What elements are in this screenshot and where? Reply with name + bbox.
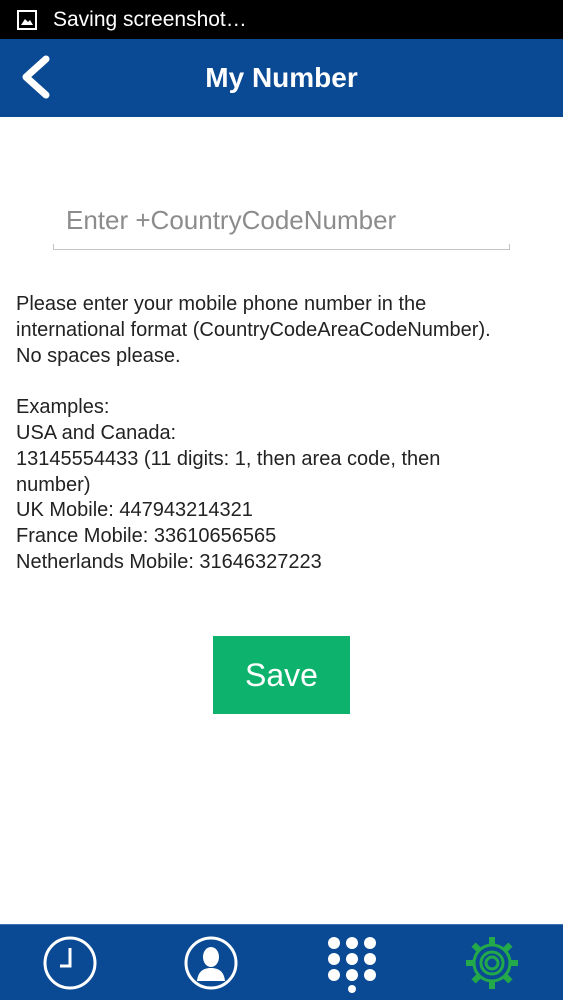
settings-gear-icon: [466, 937, 518, 989]
instruction-line: international format (CountryCodeAreaCod…: [16, 318, 491, 341]
instructions-text: Please enter your mobile phone number in…: [16, 292, 551, 576]
contact-person-icon: [184, 936, 238, 990]
phone-number-input[interactable]: [53, 197, 510, 243]
input-underline: [53, 244, 510, 250]
example-line: 13145554433 (11 digits: 1, then area cod…: [16, 447, 441, 470]
page-title: My Number: [205, 62, 358, 93]
example-line: number): [16, 473, 91, 496]
bottom-nav: [0, 924, 563, 1000]
example-line: Netherlands Mobile: 31646327223: [16, 550, 322, 573]
nav-item-history[interactable]: [40, 933, 100, 993]
nav-item-contacts[interactable]: [181, 933, 241, 993]
example-line: France Mobile: 33610656565: [16, 525, 277, 548]
clock-icon: [43, 936, 97, 990]
examples-heading: Examples:: [16, 396, 110, 419]
save-button[interactable]: Save: [213, 636, 350, 714]
example-line: USA and Canada:: [16, 421, 177, 444]
dialpad-icon: [328, 937, 376, 993]
status-text: Saving screenshot…: [53, 7, 247, 31]
nav-item-settings[interactable]: [462, 933, 522, 993]
status-bar: Saving screenshot…: [0, 0, 563, 39]
example-line: UK Mobile: 447943214321: [16, 499, 253, 522]
instruction-line: Please enter your mobile phone number in…: [16, 293, 427, 315]
nav-item-dialpad[interactable]: [322, 933, 382, 993]
instruction-line: No spaces please.: [16, 344, 181, 367]
image-notification-icon: [17, 9, 37, 30]
app-bar: My Number: [0, 39, 563, 117]
